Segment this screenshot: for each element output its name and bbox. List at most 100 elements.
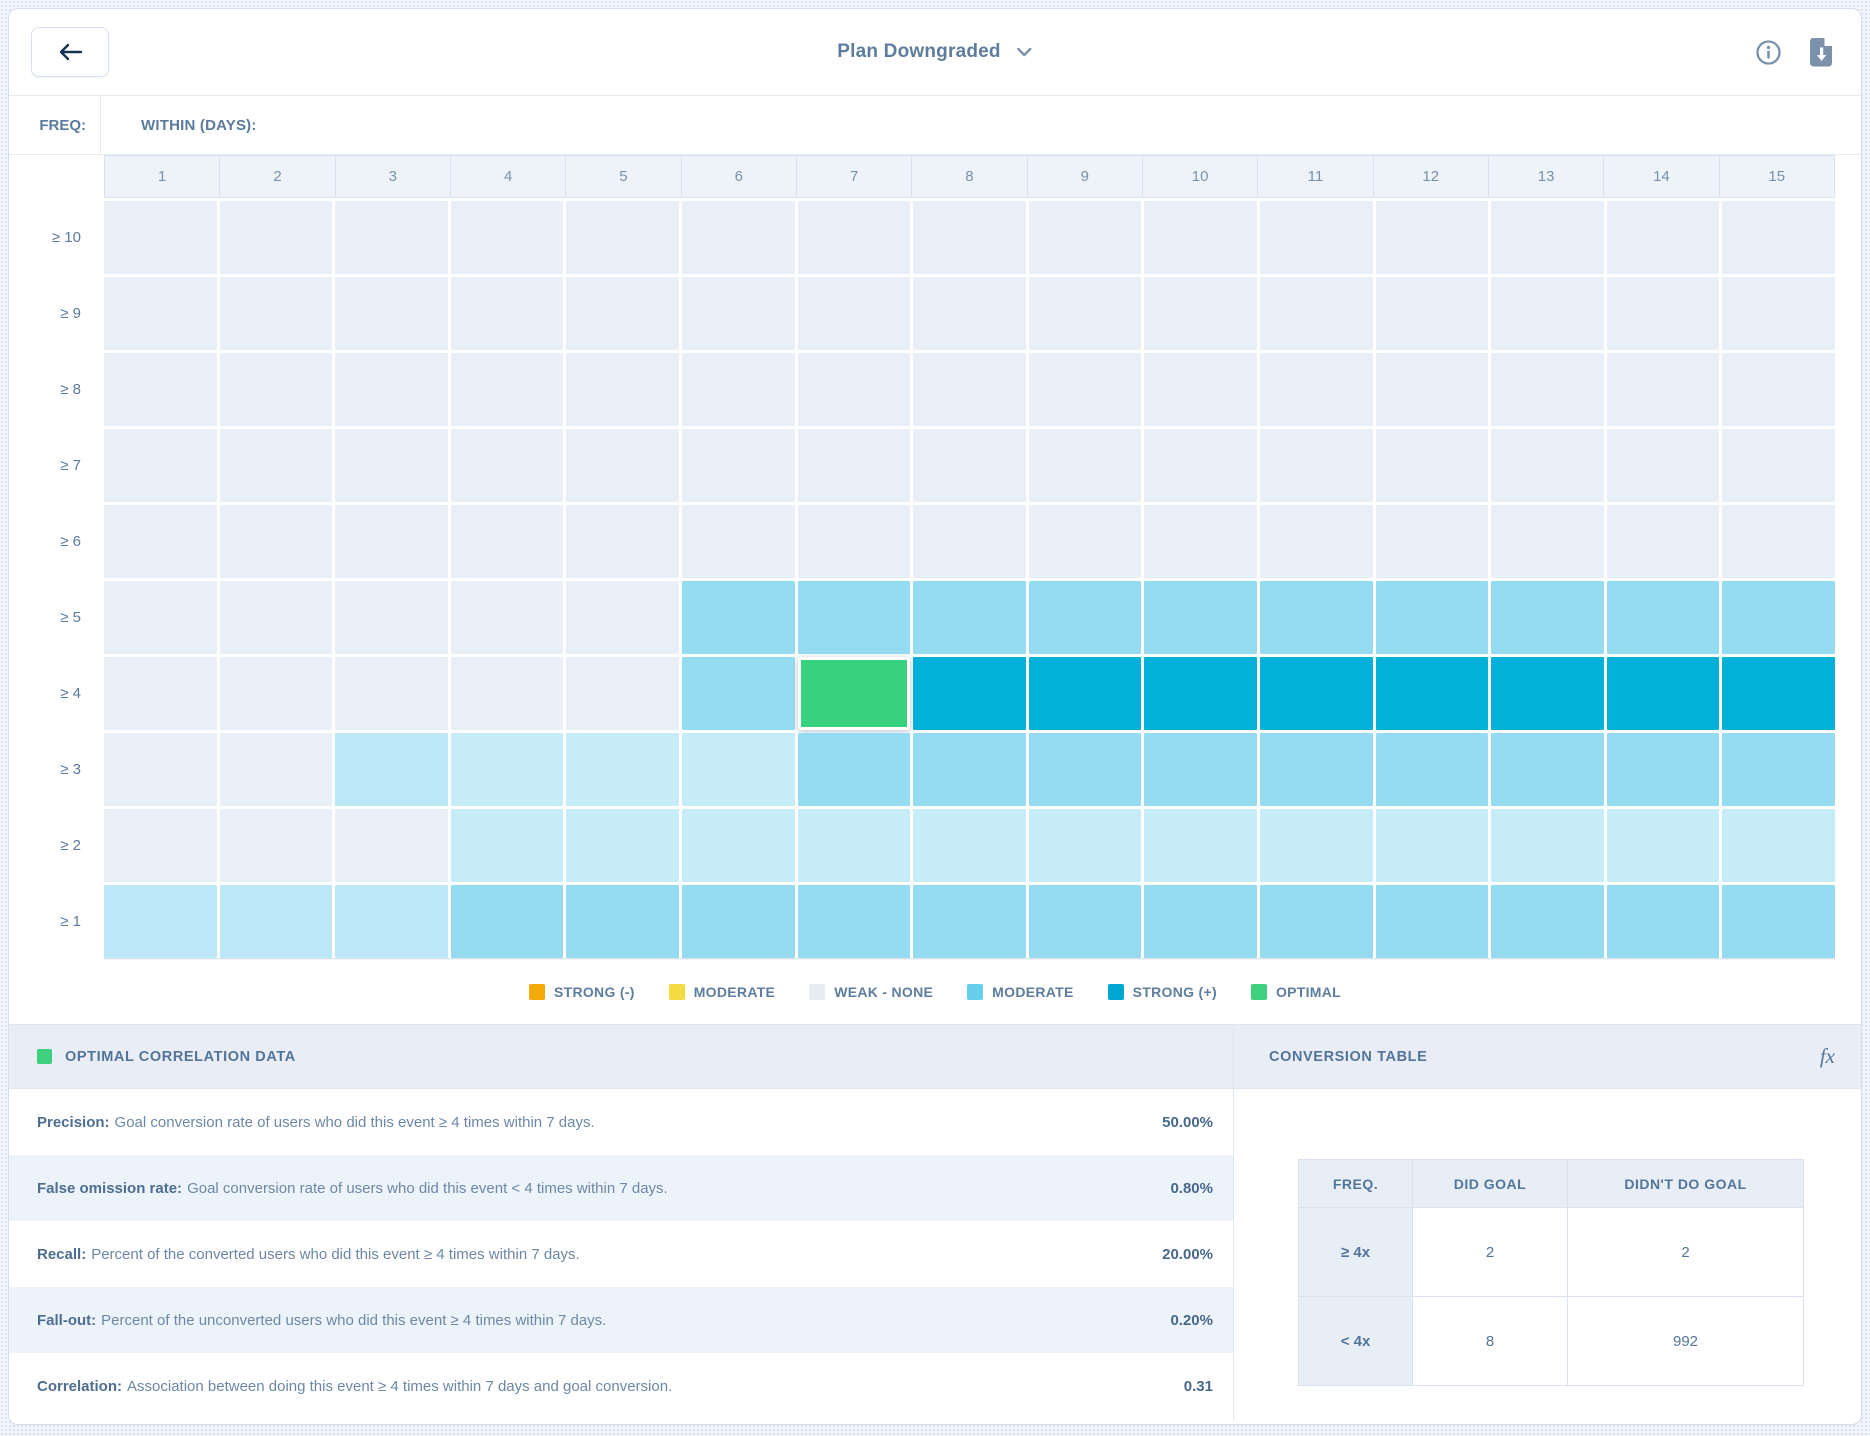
heatmap-cell[interactable] [1722,353,1835,426]
heatmap-cell[interactable] [913,505,1026,578]
heatmap-cell[interactable] [682,505,795,578]
heatmap-cell[interactable] [566,505,679,578]
heatmap-cell[interactable] [1144,353,1257,426]
heatmap-cell[interactable] [798,201,911,274]
heatmap-cell[interactable] [451,733,564,806]
heatmap-cell[interactable] [220,353,333,426]
heatmap-cell[interactable] [1607,809,1720,882]
heatmap-cell[interactable] [1607,505,1720,578]
heatmap-cell[interactable] [1029,201,1142,274]
heatmap-cell[interactable] [1491,353,1604,426]
heatmap-cell[interactable] [104,809,217,882]
heatmap-cell[interactable] [1260,657,1373,730]
download-export-icon[interactable] [1810,38,1833,67]
heatmap-cell[interactable] [220,809,333,882]
heatmap-cell[interactable] [566,885,679,958]
heatmap-cell[interactable] [451,277,564,350]
heatmap-cell[interactable] [682,733,795,806]
heatmap-cell[interactable] [1607,885,1720,958]
heatmap-cell[interactable] [451,809,564,882]
heatmap-cell[interactable] [1260,201,1373,274]
heatmap-cell[interactable] [1491,581,1604,654]
heatmap-cell[interactable] [913,657,1026,730]
heatmap-cell[interactable] [1376,581,1489,654]
heatmap-cell[interactable] [682,353,795,426]
heatmap-cell[interactable] [798,277,911,350]
heatmap-cell[interactable] [566,353,679,426]
heatmap-cell[interactable] [335,733,448,806]
heatmap-cell[interactable] [220,201,333,274]
heatmap-cell[interactable] [335,657,448,730]
heatmap-cell[interactable] [104,201,217,274]
heatmap-cell[interactable] [335,809,448,882]
heatmap-cell[interactable] [220,277,333,350]
heatmap-cell[interactable] [1144,429,1257,502]
heatmap-cell[interactable] [566,277,679,350]
heatmap-cell[interactable] [798,885,911,958]
heatmap-cell[interactable] [1607,353,1720,426]
heatmap-cell[interactable] [913,733,1026,806]
heatmap-cell[interactable] [1029,429,1142,502]
heatmap-cell[interactable] [1144,277,1257,350]
heatmap-cell[interactable] [1260,353,1373,426]
heatmap-cell[interactable] [1029,353,1142,426]
heatmap-cell[interactable] [1144,809,1257,882]
heatmap-cell[interactable] [1144,733,1257,806]
heatmap-cell[interactable] [1607,733,1720,806]
heatmap-cell[interactable] [1260,885,1373,958]
heatmap-cell[interactable] [335,277,448,350]
heatmap-cell[interactable] [1722,277,1835,350]
heatmap-cell[interactable] [1029,809,1142,882]
heatmap-cell-optimal[interactable] [798,657,911,730]
heatmap-cell[interactable] [798,733,911,806]
heatmap-cell[interactable] [1260,809,1373,882]
heatmap-cell[interactable] [1144,201,1257,274]
heatmap-cell[interactable] [335,201,448,274]
heatmap-cell[interactable] [913,809,1026,882]
heatmap-cell[interactable] [1491,657,1604,730]
heatmap-cell[interactable] [451,505,564,578]
heatmap-cell[interactable] [1607,657,1720,730]
heatmap-cell[interactable] [566,429,679,502]
heatmap-cell[interactable] [682,657,795,730]
heatmap-cell[interactable] [1491,809,1604,882]
heatmap-cell[interactable] [1260,429,1373,502]
heatmap-cell[interactable] [1491,201,1604,274]
heatmap-cell[interactable] [335,505,448,578]
heatmap-cell[interactable] [798,505,911,578]
heatmap-cell[interactable] [1722,429,1835,502]
heatmap-cell[interactable] [1722,733,1835,806]
event-selector-dropdown[interactable]: Plan Downgraded [837,9,1032,95]
heatmap-cell[interactable] [220,429,333,502]
back-button[interactable] [31,27,109,77]
heatmap-cell[interactable] [1376,733,1489,806]
heatmap-cell[interactable] [1722,885,1835,958]
heatmap-cell[interactable] [1376,657,1489,730]
heatmap-cell[interactable] [1607,277,1720,350]
heatmap-cell[interactable] [798,809,911,882]
heatmap-cell[interactable] [451,201,564,274]
heatmap-cell[interactable] [682,809,795,882]
heatmap-cell[interactable] [451,885,564,958]
heatmap-cell[interactable] [1376,429,1489,502]
heatmap-cell[interactable] [682,885,795,958]
heatmap-cell[interactable] [913,277,1026,350]
heatmap-cell[interactable] [566,733,679,806]
heatmap-cell[interactable] [220,657,333,730]
heatmap-cell[interactable] [682,429,795,502]
heatmap-cell[interactable] [1607,201,1720,274]
heatmap-cell[interactable] [913,201,1026,274]
heatmap-cell[interactable] [220,885,333,958]
heatmap-cell[interactable] [1144,657,1257,730]
heatmap-cell[interactable] [682,277,795,350]
heatmap-cell[interactable] [1376,885,1489,958]
heatmap-cell[interactable] [682,201,795,274]
heatmap-cell[interactable] [1260,733,1373,806]
heatmap-cell[interactable] [682,581,795,654]
heatmap-cell[interactable] [1491,733,1604,806]
heatmap-cell[interactable] [335,429,448,502]
heatmap-cell[interactable] [1376,505,1489,578]
heatmap-cell[interactable] [451,581,564,654]
heatmap-cell[interactable] [913,429,1026,502]
heatmap-cell[interactable] [220,505,333,578]
